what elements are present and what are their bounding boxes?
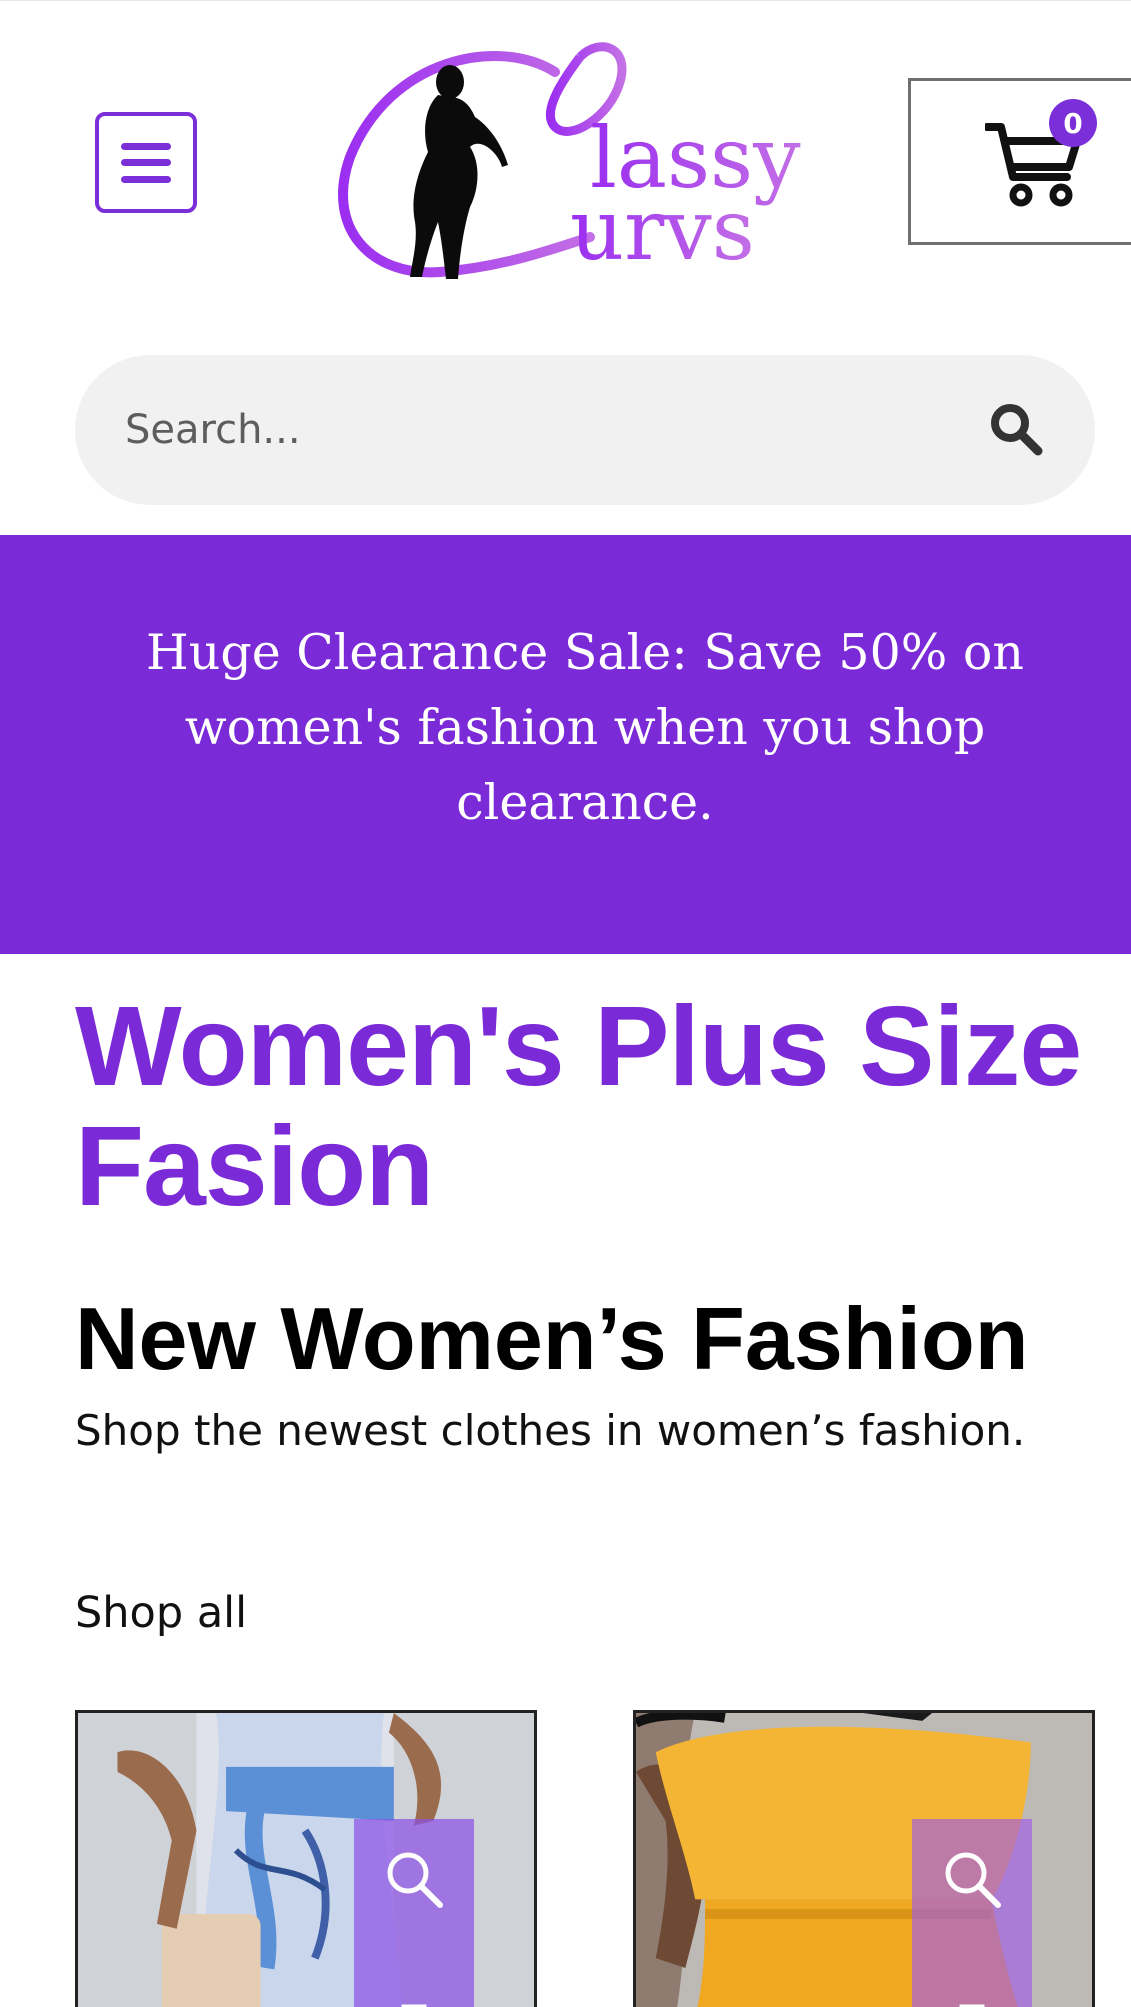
- logo-text-bottom: urvs: [570, 181, 755, 279]
- hamburger-icon: [121, 142, 171, 183]
- quick-view-panel[interactable]: [912, 1819, 1032, 2007]
- menu-button[interactable]: [95, 112, 197, 213]
- search-icon[interactable]: [940, 1847, 1004, 1911]
- shop-all-link[interactable]: Shop all: [75, 1583, 247, 1643]
- cart-count-badge: 0: [1049, 99, 1097, 147]
- page: lassy urvs 0 Huge Clearance Sale: Save 5…: [0, 0, 1131, 2007]
- promo-banner: Huge Clearance Sale: Save 50% on women's…: [0, 535, 1131, 954]
- product-card[interactable]: [633, 1710, 1095, 2007]
- section-subtitle: Shop the newest clothes in women’s fashi…: [75, 1406, 1026, 1455]
- page-title: Women's Plus Size Fasion: [75, 983, 1082, 1229]
- shopping-bag-icon[interactable]: [388, 1999, 440, 2007]
- logo[interactable]: lassy urvs: [330, 37, 840, 287]
- promo-banner-text: Huge Clearance Sale: Save 50% on women's…: [146, 624, 1024, 831]
- shopping-bag-icon[interactable]: [946, 1999, 998, 2007]
- quick-view-panel[interactable]: [354, 1819, 474, 2007]
- product-card[interactable]: [75, 1710, 537, 2007]
- search-icon[interactable]: [988, 401, 1044, 457]
- search-bar: [75, 355, 1095, 505]
- cart-button[interactable]: 0: [908, 78, 1131, 245]
- search-icon[interactable]: [382, 1847, 446, 1911]
- search-input[interactable]: [125, 395, 945, 465]
- section-title: New Women’s Fashion: [75, 1289, 1029, 1388]
